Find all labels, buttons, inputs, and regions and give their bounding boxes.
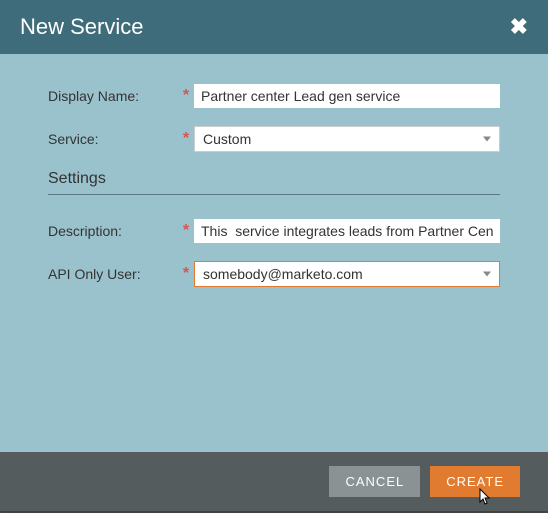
row-description: Description: *: [48, 219, 500, 243]
row-service: Service: * Custom: [48, 126, 500, 152]
required-marker: *: [178, 130, 194, 148]
description-input[interactable]: [194, 219, 500, 243]
api-only-user-select-value: somebody@marketo.com: [203, 266, 363, 282]
chevron-down-icon: [483, 272, 491, 277]
row-display-name: Display Name: *: [48, 84, 500, 108]
display-name-input[interactable]: [194, 84, 500, 108]
dialog-titlebar: New Service ✖: [0, 0, 548, 54]
required-marker: *: [178, 265, 194, 283]
display-name-label: Display Name:: [48, 88, 178, 104]
api-only-user-label: API Only User:: [48, 266, 178, 282]
create-button[interactable]: CREATE: [430, 466, 520, 497]
service-select[interactable]: Custom: [194, 126, 500, 152]
required-marker: *: [178, 222, 194, 240]
service-select-value: Custom: [203, 131, 251, 147]
settings-divider: [48, 194, 500, 195]
dialog-footer: CANCEL CREATE: [0, 452, 548, 511]
dialog-title: New Service: [20, 14, 143, 40]
dialog-content: Display Name: * Service: * Custom Settin…: [0, 54, 548, 452]
chevron-down-icon: [483, 137, 491, 142]
close-icon[interactable]: ✖: [510, 16, 528, 38]
cancel-button[interactable]: CANCEL: [329, 466, 420, 497]
api-only-user-select[interactable]: somebody@marketo.com: [194, 261, 500, 287]
required-marker: *: [178, 87, 194, 105]
new-service-dialog: New Service ✖ Display Name: * Service: *…: [0, 0, 548, 511]
settings-heading: Settings: [48, 170, 500, 188]
service-label: Service:: [48, 131, 178, 147]
row-api-only-user: API Only User: * somebody@marketo.com: [48, 261, 500, 287]
description-label: Description:: [48, 223, 178, 239]
